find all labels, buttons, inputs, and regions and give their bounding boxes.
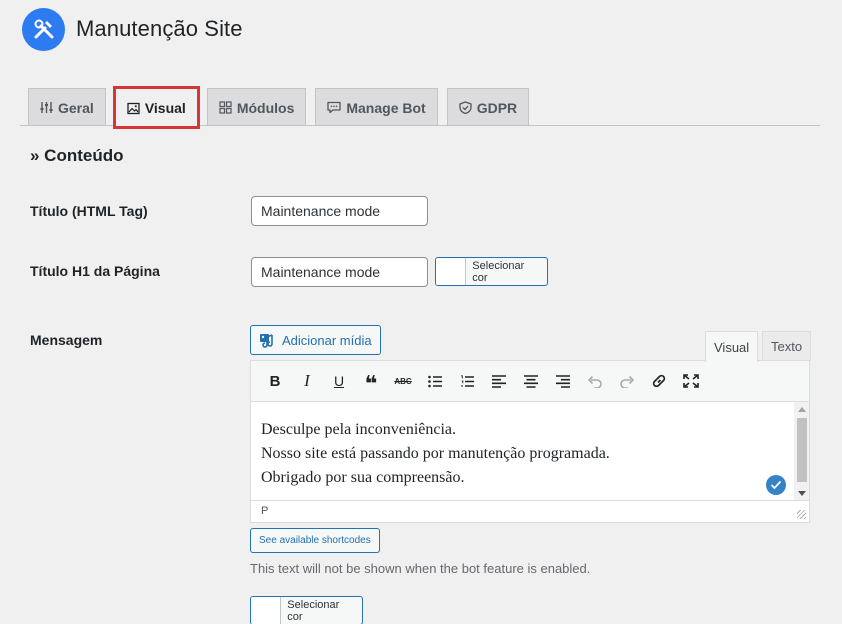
blockquote-button[interactable]: ❝ [355,366,387,396]
add-media-button[interactable]: Adicionar mídia [250,325,381,355]
element-path[interactable]: P [261,505,268,517]
chat-icon [327,101,342,114]
scroll-thumb[interactable] [797,418,807,482]
tools-icon [22,7,65,51]
italic-button[interactable]: I [291,366,323,396]
tab-manage-bot[interactable]: Manage Bot [315,88,438,126]
add-media-label: Adicionar mídia [282,332,372,348]
tab-label: Módulos [236,99,295,116]
message-color-picker-button[interactable]: Selecionar cor [250,596,363,624]
fullscreen-button[interactable] [675,366,707,396]
editor-path-bar: P [251,500,809,522]
color-swatch [251,597,282,624]
title-tag-input[interactable]: Maintenance mode [251,196,428,226]
editor-line: Obrigado por sua compreensão. [261,469,465,486]
see-shortcodes-button[interactable]: See available shortcodes [250,528,380,553]
scroll-up-arrow[interactable] [798,407,806,412]
align-right-button[interactable] [547,366,579,396]
editor-line: Desculpe pela inconveniência. [261,421,457,438]
link-icon [652,374,666,388]
editor-line: Nosso site está passando por manutenção … [261,445,610,462]
title-tag-label: Título (HTML Tag) [30,203,148,219]
image-icon [127,102,140,114]
app-title: Manutenção Site [76,16,243,41]
align-center-icon [524,374,538,388]
color-swatch [436,258,467,285]
bold-button[interactable]: B [259,366,291,396]
sliders-icon [40,102,53,113]
bullet-list-button[interactable] [419,366,451,396]
message-label: Mensagem [30,332,103,348]
editor-tab-visual[interactable]: Visual [705,331,759,362]
tab-label: GDPR [476,99,518,116]
editor-toolbar: B I U ❝ ABC [251,361,809,402]
tab-modulos[interactable]: Módulos [206,88,307,126]
page-header: Manutenção Site [22,7,243,51]
numbered-list-button[interactable] [451,366,483,396]
color-picker-label: Selecionar cor [472,259,525,284]
tab-gdpr[interactable]: GDPR [446,88,530,126]
align-left-icon [492,374,506,388]
media-icon [260,334,273,348]
editor-tab-text[interactable]: Texto [762,331,812,361]
grid-icon [219,101,232,114]
editor-content[interactable]: Desculpe pela inconveniência. Nosso site… [251,402,796,501]
scroll-down-arrow[interactable] [798,491,806,496]
checkmark-icon [766,475,786,495]
tab-label: Geral [58,99,94,116]
insert-link-button[interactable] [643,366,675,396]
align-left-button[interactable] [483,366,515,396]
undo-button[interactable] [579,366,611,396]
underline-button[interactable]: U [323,366,355,396]
undo-icon [587,375,602,388]
align-center-button[interactable] [515,366,547,396]
tab-label: Visual [144,100,186,116]
message-help-text: This text will not be shown when the bot… [250,561,591,576]
editor-scrollbar[interactable] [794,402,809,501]
redo-button[interactable] [611,366,643,396]
numbered-list-icon [460,374,474,387]
h1-title-input[interactable]: Maintenance mode [251,257,428,287]
strikethrough-button[interactable]: ABC [387,366,419,396]
tab-geral[interactable]: Geral [28,88,106,126]
tab-visual[interactable]: Visual [112,86,200,129]
bullet-list-icon [427,375,442,387]
settings-tabs: Geral Visual Módulos Manage Bot GDPR [28,86,538,129]
h1-title-label: Título H1 da Página [30,263,160,279]
color-picker-label: Selecionar cor [287,598,340,623]
align-right-icon [556,374,570,388]
message-editor: B I U ❝ ABC Desculpe pela inconveniência… [250,360,810,523]
tab-label: Manage Bot [346,99,426,116]
resize-handle[interactable] [797,510,806,519]
section-title: » Conteúdo [30,146,124,165]
redo-icon [620,375,635,388]
shield-icon [459,101,472,114]
h1-color-picker-button[interactable]: Selecionar cor [435,257,548,286]
fullscreen-icon [683,374,699,388]
